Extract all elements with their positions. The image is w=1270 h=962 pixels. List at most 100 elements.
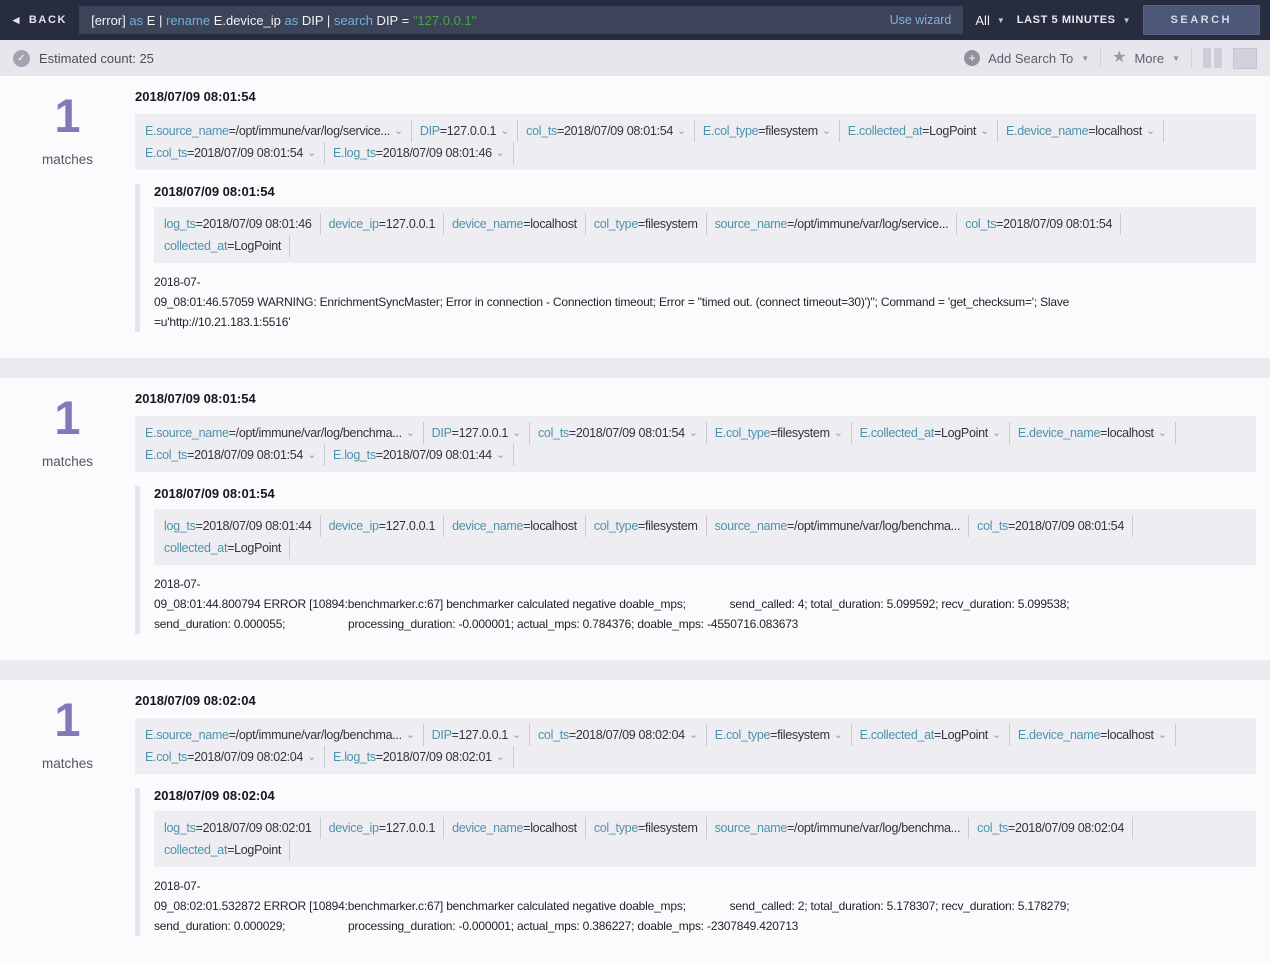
log-field-chip[interactable]: col_type=filesystem	[594, 213, 707, 235]
field-chip[interactable]: E.col_ts=2018/07/09 08:02:04⌄	[145, 746, 325, 768]
field-chip[interactable]: E.device_name=localhost⌄	[1006, 120, 1164, 142]
log-field-chip[interactable]: collected_at=LogPoint	[164, 235, 290, 257]
field-value: /opt/immune/var/log/benchma...	[794, 515, 960, 537]
chevron-down-icon[interactable]: ⌄	[1158, 428, 1167, 439]
matches-label: matches	[0, 152, 135, 167]
field-key: col_ts	[977, 515, 1008, 537]
chevron-down-icon[interactable]: ⌄	[1146, 126, 1155, 137]
log-field-chip[interactable]: device_name=localhost	[452, 213, 586, 235]
log-field-chip[interactable]: col_type=filesystem	[594, 515, 707, 537]
field-chip[interactable]: DIP=127.0.0.1⌄	[420, 120, 518, 142]
log-field-chip[interactable]: collected_at=LogPoint	[164, 839, 290, 861]
add-search-to-button[interactable]: + Add Search To ▼	[964, 50, 1089, 66]
log-field-chip[interactable]: device_ip=127.0.0.1	[329, 213, 445, 235]
chevron-down-icon[interactable]: ⌄	[406, 730, 415, 741]
field-chip[interactable]: E.source_name=/opt/immune/var/log/benchm…	[145, 724, 424, 746]
chevron-down-icon[interactable]: ⌄	[834, 428, 843, 439]
chevron-down-icon[interactable]: ⌄	[496, 450, 505, 461]
log-field-chip[interactable]: log_ts=2018/07/09 08:02:01	[164, 817, 321, 839]
chevron-down-icon[interactable]: ⌄	[980, 126, 989, 137]
field-chip[interactable]: E.log_ts=2018/07/09 08:02:01⌄	[333, 746, 514, 768]
field-chip[interactable]: E.col_ts=2018/07/09 08:01:54⌄	[145, 444, 325, 466]
search-query-input[interactable]: [error] as E | rename E.device_ip as DIP…	[79, 6, 963, 34]
field-chip[interactable]: DIP=127.0.0.1⌄	[432, 724, 530, 746]
log-field-chip[interactable]: source_name=/opt/immune/var/log/benchma.…	[715, 515, 970, 537]
field-chip[interactable]: E.log_ts=2018/07/09 08:01:46⌄	[333, 142, 514, 164]
chevron-down-icon[interactable]: ⌄	[406, 428, 415, 439]
field-chip[interactable]: E.collected_at=LogPoint⌄	[848, 120, 998, 142]
log-field-chip[interactable]: col_type=filesystem	[594, 817, 707, 839]
field-value: LogPoint	[941, 724, 988, 746]
field-chip[interactable]: E.collected_at=LogPoint⌄	[860, 724, 1010, 746]
chevron-down-icon[interactable]: ⌄	[496, 148, 505, 159]
field-chip[interactable]: E.col_ts=2018/07/09 08:01:54⌄	[145, 142, 325, 164]
field-chip[interactable]: E.device_name=localhost⌄	[1018, 422, 1176, 444]
field-chip[interactable]: E.source_name=/opt/immune/var/log/servic…	[145, 120, 412, 142]
chevron-down-icon[interactable]: ⌄	[1158, 730, 1167, 741]
field-key: collected_at	[164, 839, 227, 861]
log-field-chip[interactable]: collected_at=LogPoint	[164, 537, 290, 559]
chevron-down-icon[interactable]: ⌄	[822, 126, 831, 137]
chevron-down-icon[interactable]: ⌄	[496, 752, 505, 763]
log-field-chip[interactable]: device_name=localhost	[452, 817, 586, 839]
field-key: E.log_ts	[333, 746, 376, 768]
field-chip[interactable]: col_ts=2018/07/09 08:01:54⌄	[526, 120, 695, 142]
chevron-down-icon[interactable]: ⌄	[394, 126, 403, 137]
query-plain: DIP =	[373, 13, 413, 28]
field-value: localhost	[530, 515, 577, 537]
chevron-down-icon[interactable]: ⌄	[307, 450, 316, 461]
repo-selector[interactable]: All ▼	[975, 13, 1004, 28]
log-field-chip[interactable]: source_name=/opt/immune/var/log/service.…	[715, 213, 958, 235]
search-query-text[interactable]: [error] as E | rename E.device_ip as DIP…	[91, 13, 877, 28]
back-button[interactable]: ◄ BACK	[10, 13, 67, 27]
field-chip[interactable]: E.col_type=filesystem⌄	[715, 724, 852, 746]
log-field-chip[interactable]: col_ts=2018/07/09 08:01:54	[965, 213, 1121, 235]
chevron-down-icon[interactable]: ⌄	[512, 730, 521, 741]
field-chip[interactable]: E.device_name=localhost⌄	[1018, 724, 1176, 746]
field-key: E.device_name	[1018, 724, 1100, 746]
equals-sign: =	[452, 724, 459, 746]
field-chip[interactable]: E.col_type=filesystem⌄	[703, 120, 840, 142]
column-view-icon[interactable]	[1203, 48, 1222, 68]
grid-view-icon[interactable]	[1233, 48, 1257, 69]
field-chip[interactable]: E.col_type=filesystem⌄	[715, 422, 852, 444]
result-timestamp: 2018/07/09 08:02:04	[135, 693, 1256, 708]
use-wizard-link[interactable]: Use wizard	[890, 13, 952, 27]
field-chip[interactable]: E.log_ts=2018/07/09 08:01:44⌄	[333, 444, 514, 466]
more-button[interactable]: ★ More ▼	[1112, 50, 1180, 66]
field-chip[interactable]: DIP=127.0.0.1⌄	[432, 422, 530, 444]
chevron-down-icon[interactable]: ⌄	[834, 730, 843, 741]
chevron-down-icon[interactable]: ⌄	[500, 126, 509, 137]
field-chip[interactable]: E.collected_at=LogPoint⌄	[860, 422, 1010, 444]
equals-sign: =	[196, 817, 203, 839]
field-key: E.col_ts	[145, 746, 187, 768]
chevron-down-icon[interactable]: ⌄	[307, 148, 316, 159]
log-field-chip[interactable]: log_ts=2018/07/09 08:01:44	[164, 515, 321, 537]
log-field-chip[interactable]: col_ts=2018/07/09 08:01:54	[977, 515, 1133, 537]
equals-sign: =	[523, 213, 530, 235]
chevron-down-icon[interactable]: ⌄	[689, 730, 698, 741]
chevron-down-icon[interactable]: ⌄	[992, 730, 1001, 741]
result-body: 2018/07/09 08:01:54 E.source_name=/opt/i…	[135, 391, 1256, 634]
chevron-down-icon[interactable]: ⌄	[677, 126, 686, 137]
log-field-chip[interactable]: col_ts=2018/07/09 08:02:04	[977, 817, 1133, 839]
chevron-down-icon[interactable]: ⌄	[992, 428, 1001, 439]
time-range-selector[interactable]: LAST 5 MINUTES ▼	[1017, 14, 1131, 26]
field-chip[interactable]: col_ts=2018/07/09 08:02:04⌄	[538, 724, 707, 746]
field-chip[interactable]: col_ts=2018/07/09 08:01:54⌄	[538, 422, 707, 444]
log-field-chip[interactable]: source_name=/opt/immune/var/log/benchma.…	[715, 817, 970, 839]
chevron-down-icon[interactable]: ⌄	[307, 752, 316, 763]
field-chip[interactable]: E.source_name=/opt/immune/var/log/benchm…	[145, 422, 424, 444]
log-field-chip[interactable]: device_ip=127.0.0.1	[329, 817, 445, 839]
chevron-down-icon[interactable]: ⌄	[689, 428, 698, 439]
log-field-chip[interactable]: device_name=localhost	[452, 515, 586, 537]
field-value: filesystem	[777, 724, 830, 746]
log-field-chip[interactable]: log_ts=2018/07/09 08:01:46	[164, 213, 321, 235]
chevron-down-icon[interactable]: ⌄	[512, 428, 521, 439]
star-icon: ★	[1112, 50, 1126, 66]
field-value: 127.0.0.1	[386, 515, 435, 537]
log-field-chip[interactable]: device_ip=127.0.0.1	[329, 515, 445, 537]
search-topbar: ◄ BACK [error] as E | rename E.device_ip…	[0, 0, 1270, 40]
field-value: /opt/immune/var/log/benchma...	[794, 817, 960, 839]
search-button[interactable]: SEARCH	[1143, 5, 1260, 35]
